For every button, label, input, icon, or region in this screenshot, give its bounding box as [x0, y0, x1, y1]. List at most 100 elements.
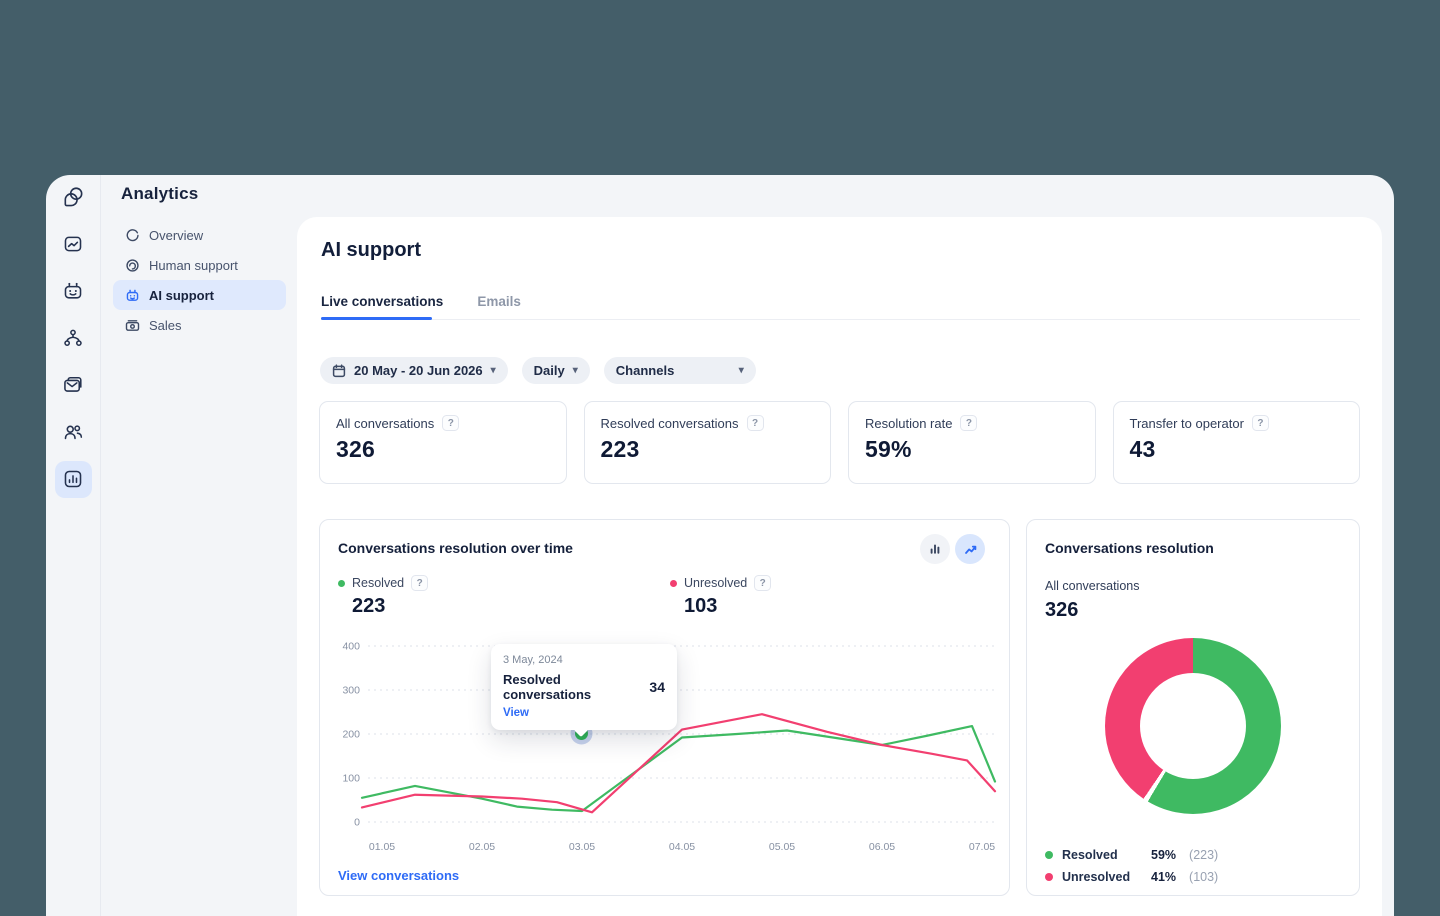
help-icon[interactable]: ? — [1252, 415, 1269, 431]
donut-legend: Resolved 59% (223) Unresolved 41% (103) — [1045, 844, 1218, 888]
metric-cards: All conversations? 326 Resolved conversa… — [319, 401, 1360, 484]
help-icon[interactable]: ? — [747, 415, 764, 431]
mail-icon[interactable] — [62, 374, 84, 396]
metric-label: Resolution rate — [865, 416, 952, 431]
analytics-sidebar: Analytics Overview Human support — [102, 175, 297, 916]
legend-label: Resolved — [352, 576, 404, 590]
metric-value: 59% — [865, 436, 1079, 463]
line-chart-card: Conversations resolution over time Resol… — [319, 519, 1010, 896]
donut-chart — [1105, 638, 1281, 814]
main-panel: AI support Live conversations Emails 20 … — [297, 217, 1382, 916]
chevron-down-icon: ▾ — [491, 366, 496, 376]
sidebar-item-sales[interactable]: Sales — [113, 310, 286, 340]
active-tab-underline — [321, 317, 432, 320]
donut-total: 326 — [1045, 599, 1078, 622]
tooltip-label: Resolved conversations — [503, 672, 649, 702]
sidebar-item-label: AI support — [149, 288, 214, 303]
svg-text:200: 200 — [342, 729, 360, 741]
legend-count: (223) — [1189, 848, 1218, 862]
flows-icon[interactable] — [62, 327, 84, 349]
resolved-dot-icon — [1045, 851, 1053, 859]
tab-divider — [321, 319, 1360, 320]
metric-card-transfer-to-operator: Transfer to operator? 43 — [1113, 401, 1361, 484]
chevron-down-icon: ▾ — [739, 366, 744, 376]
svg-text:07.05: 07.05 — [969, 841, 995, 853]
help-icon[interactable]: ? — [754, 575, 771, 591]
svg-text:02.05: 02.05 — [469, 841, 495, 853]
calendar-icon — [332, 364, 346, 378]
help-icon[interactable]: ? — [960, 415, 977, 431]
sidebar-item-label: Sales — [149, 318, 182, 333]
svg-text:05.05: 05.05 — [769, 841, 795, 853]
page-title: AI support — [321, 239, 421, 262]
frequency-value: Daily — [534, 363, 565, 378]
legend-percent: 41% — [1151, 870, 1176, 884]
donut-legend-resolved: Resolved 59% (223) — [1045, 844, 1218, 866]
legend-value: 103 — [684, 595, 771, 618]
legend-count: (103) — [1189, 870, 1218, 884]
metric-label: Transfer to operator — [1130, 416, 1244, 431]
date-range-filter[interactable]: 20 May - 20 Jun 2026 ▾ — [320, 357, 508, 384]
sidebar-item-label: Overview — [149, 228, 203, 243]
line-chart-title: Conversations resolution over time — [338, 540, 573, 556]
metric-card-resolution-rate: Resolution rate? 59% — [848, 401, 1096, 484]
svg-text:300: 300 — [342, 685, 360, 697]
metric-label: Resolved conversations — [601, 416, 739, 431]
tab-live-conversations[interactable]: Live conversations — [321, 294, 443, 309]
svg-text:03.05: 03.05 — [569, 841, 595, 853]
view-conversations-link[interactable]: View conversations — [338, 868, 459, 883]
inbox-icon[interactable] — [62, 233, 84, 255]
sales-icon — [124, 317, 140, 333]
overview-icon — [124, 227, 140, 243]
tooltip-view-link[interactable]: View — [503, 707, 529, 719]
icon-rail — [46, 175, 101, 916]
metric-label: All conversations — [336, 416, 434, 431]
channels-filter[interactable]: Channels ▾ — [604, 357, 756, 384]
metric-value: 223 — [601, 436, 815, 463]
contacts-icon[interactable] — [62, 421, 84, 443]
metric-value: 43 — [1130, 436, 1344, 463]
chevron-down-icon: ▾ — [573, 366, 578, 376]
help-icon[interactable]: ? — [442, 415, 459, 431]
svg-text:06.05: 06.05 — [869, 841, 895, 853]
donut-subtitle: All conversations — [1045, 579, 1140, 593]
legend-unresolved: Unresolved ? 103 — [670, 575, 771, 618]
bar-chart-toggle-button[interactable] — [920, 534, 950, 564]
legend-value: 223 — [352, 595, 428, 618]
resolved-dot-icon — [338, 580, 345, 587]
ai-support-icon — [124, 287, 140, 303]
desktop-background: Analytics Overview Human support — [0, 0, 1440, 916]
sidebar-title: Analytics — [121, 184, 198, 204]
date-range-value: 20 May - 20 Jun 2026 — [354, 363, 483, 378]
app-logo-icon[interactable] — [61, 185, 86, 210]
donut-chart-card: Conversations resolution All conversatio… — [1026, 519, 1360, 896]
app-window: Analytics Overview Human support — [46, 175, 1394, 916]
tooltip-date: 3 May, 2024 — [503, 654, 665, 666]
metric-card-all-conversations: All conversations? 326 — [319, 401, 567, 484]
legend-resolved: Resolved ? 223 — [338, 575, 428, 618]
channels-value: Channels — [616, 363, 675, 378]
sidebar-item-label: Human support — [149, 258, 238, 273]
svg-text:100: 100 — [342, 773, 360, 785]
frequency-filter[interactable]: Daily ▾ — [522, 357, 590, 384]
sidebar-item-ai-support[interactable]: AI support — [113, 280, 286, 310]
svg-text:0: 0 — [354, 817, 360, 829]
sidebar-item-human-support[interactable]: Human support — [113, 250, 286, 280]
sidebar-items: Overview Human support AI support — [113, 220, 286, 340]
analytics-icon[interactable] — [62, 468, 84, 490]
tooltip-value: 34 — [649, 679, 665, 695]
chatbot-icon[interactable] — [62, 280, 84, 302]
svg-text:01.05: 01.05 — [369, 841, 395, 853]
metric-card-resolved-conversations: Resolved conversations? 223 — [584, 401, 832, 484]
chart-type-toggle — [920, 534, 985, 564]
legend-label: Unresolved — [1062, 870, 1142, 884]
svg-text:04.05: 04.05 — [669, 841, 695, 853]
line-chart-toggle-button[interactable] — [955, 534, 985, 564]
sidebar-item-overview[interactable]: Overview — [113, 220, 286, 250]
legend-label: Resolved — [1062, 848, 1142, 862]
chart-tooltip: 3 May, 2024 Resolved conversations 34 Vi… — [491, 644, 677, 730]
human-support-icon — [124, 257, 140, 273]
help-icon[interactable]: ? — [411, 575, 428, 591]
tab-bar: Live conversations Emails — [321, 294, 521, 309]
tab-emails[interactable]: Emails — [477, 294, 521, 309]
